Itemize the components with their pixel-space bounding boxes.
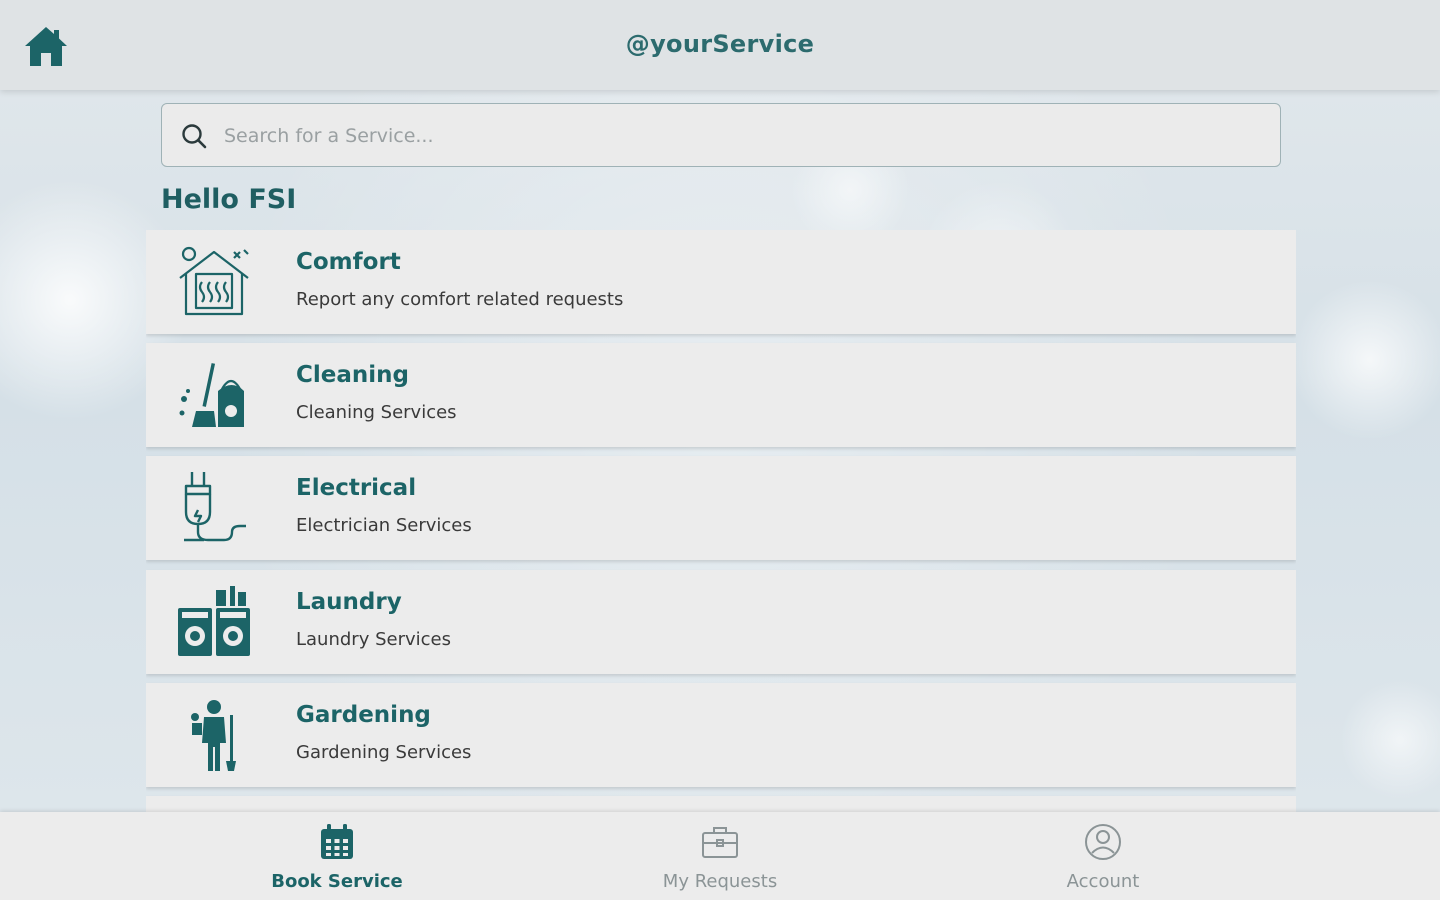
service-subtitle: Cleaning Services	[296, 402, 457, 423]
service-card-gardening[interactable]: Gardening Gardening Services	[146, 683, 1296, 787]
comfort-house-icon	[179, 246, 249, 316]
account-icon	[1085, 824, 1121, 860]
service-title: Electrical	[296, 475, 417, 501]
service-subtitle: Report any comfort related requests	[296, 289, 624, 310]
tab-account[interactable]: Account	[973, 812, 1233, 900]
briefcase-icon	[702, 827, 738, 858]
service-title: Gardening	[296, 702, 431, 728]
app-title: @yourService	[625, 30, 815, 58]
service-subtitle: Gardening Services	[296, 742, 472, 763]
service-title: Laundry	[296, 589, 402, 615]
service-card-comfort[interactable]: Comfort Report any comfort related reque…	[146, 230, 1296, 334]
service-subtitle: Electrician Services	[296, 515, 472, 536]
service-card-cleaning[interactable]: Cleaning Cleaning Services	[146, 343, 1296, 447]
calendar-icon	[321, 824, 353, 859]
cleaning-mop-bucket-icon	[179, 363, 244, 427]
search-bar[interactable]	[161, 103, 1281, 167]
app-header: @yourService	[0, 0, 1440, 90]
service-title: Comfort	[296, 249, 401, 275]
search-input[interactable]	[224, 118, 1264, 154]
laundry-machines-icon	[178, 586, 250, 656]
service-card-laundry[interactable]: Laundry Laundry Services	[146, 570, 1296, 674]
tab-label: My Requests	[662, 871, 778, 892]
service-subtitle: Laundry Services	[296, 629, 451, 650]
gardener-icon	[191, 700, 236, 771]
tab-label: Account	[1066, 871, 1140, 892]
tab-my-requests[interactable]: My Requests	[590, 812, 850, 900]
search-icon	[182, 124, 207, 149]
service-card-electrical[interactable]: Electrical Electrician Services	[146, 456, 1296, 560]
bottom-navigation: Book Service My Requests Account	[0, 812, 1440, 900]
service-title: Cleaning	[296, 362, 409, 388]
tab-label: Book Service	[271, 871, 403, 892]
service-list: Comfort Report any comfort related reque…	[146, 230, 1296, 812]
tab-book-service[interactable]: Book Service	[207, 812, 467, 900]
electrical-plug-icon	[184, 472, 246, 542]
greeting-text: Hello FSI	[161, 184, 297, 215]
service-card-partial[interactable]	[146, 796, 1296, 812]
